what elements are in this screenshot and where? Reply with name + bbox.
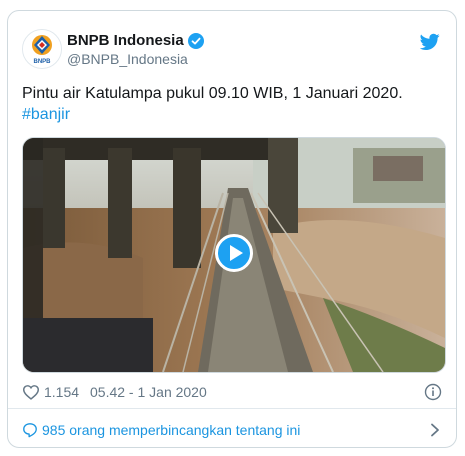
- tweet-text-main: Pintu air Katulampa pukul 09.10 WIB, 1 J…: [22, 85, 403, 102]
- conversation-label[interactable]: 985 orang memperbincangkan tentang ini: [42, 422, 300, 438]
- like-count: 1.154: [44, 384, 80, 400]
- author-names: BNPB Indonesia @BNPB_Indonesia: [67, 31, 204, 68]
- tweet-meta: 1.154 05.42 - 1 Jan 2020: [22, 383, 442, 403]
- tweet-video[interactable]: [22, 137, 446, 373]
- display-name-text[interactable]: BNPB Indonesia: [67, 31, 184, 50]
- svg-text:BNPB: BNPB: [33, 59, 51, 65]
- info-icon[interactable]: [424, 383, 442, 401]
- comment-bubble-icon: [23, 423, 37, 438]
- verified-badge-icon: [187, 32, 204, 49]
- author-handle[interactable]: @BNPB_Indonesia: [67, 50, 204, 68]
- tweet-card: BNPB BNPB Indonesia @BNPB_Indonesia Pint…: [7, 10, 457, 448]
- tweet-timestamp[interactable]: 05.42 - 1 Jan 2020: [90, 384, 207, 400]
- divider: [8, 408, 456, 409]
- bnpb-logo-icon: BNPB: [23, 30, 61, 68]
- play-icon[interactable]: [215, 234, 253, 272]
- twitter-bird-icon[interactable]: [420, 33, 440, 51]
- author-avatar[interactable]: BNPB: [22, 29, 62, 69]
- chevron-right-icon[interactable]: [430, 423, 440, 437]
- conversation-link[interactable]: 985 orang memperbincangkan tentang ini: [22, 416, 444, 442]
- tweet-header: BNPB BNPB Indonesia @BNPB_Indonesia: [22, 27, 444, 71]
- tweet-text: Pintu air Katulampa pukul 09.10 WIB, 1 J…: [22, 83, 440, 125]
- heart-icon[interactable]: [22, 384, 40, 400]
- hashtag-link[interactable]: #banjir: [22, 106, 70, 123]
- author-display-name[interactable]: BNPB Indonesia: [67, 31, 204, 50]
